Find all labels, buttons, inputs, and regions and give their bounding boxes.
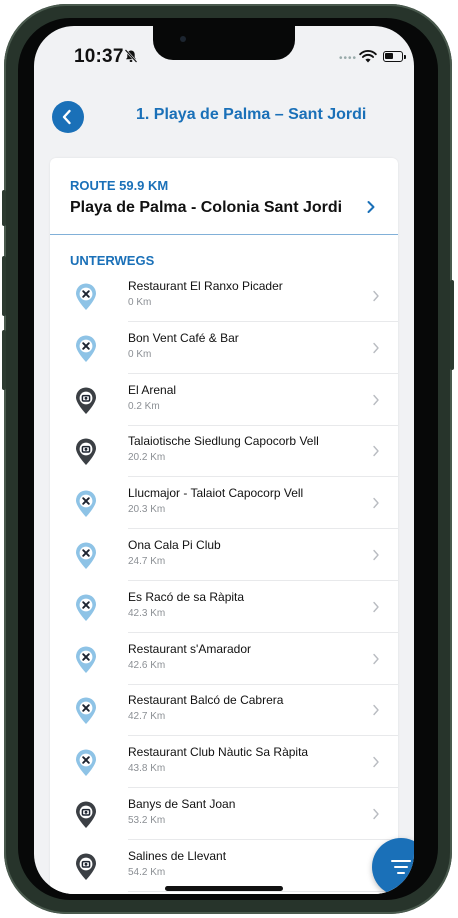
item-distance: 20.2 Km	[128, 452, 166, 464]
volume-down-button	[2, 330, 6, 390]
item-name: Es Racó de sa Ràpita	[128, 589, 245, 604]
item-name: Banys de Sant Joan	[128, 797, 236, 811]
restaurant-pin-icon	[76, 335, 96, 362]
chevron-right-icon	[367, 201, 375, 213]
item-name: El Arenal	[128, 382, 177, 397]
volume-up-button	[2, 256, 6, 316]
chevron-right-icon	[373, 394, 379, 405]
route-name: Playa de Palma - Colonia Sant Jordi	[70, 199, 343, 216]
item-name: Llucmajor - Talaiot Capocorp Vell	[128, 486, 304, 501]
notch	[153, 26, 295, 60]
chevron-right-icon	[373, 290, 379, 302]
item-distance: 0 Km	[128, 297, 152, 308]
header: 1. Playa de Palma – Sant Jordi	[34, 100, 414, 140]
chevron-right-icon	[373, 446, 379, 457]
back-button[interactable]	[52, 101, 84, 133]
list-item[interactable]: Salines de Llevant 54.2 Km	[50, 840, 398, 892]
chevron-right-icon	[373, 601, 379, 612]
power-button	[450, 280, 454, 370]
list-item[interactable]: Restaurant Club Nàutic Sa Ràpita 43.8 Km	[50, 736, 398, 789]
restaurant-pin-icon	[76, 594, 96, 621]
sight-pin-icon	[76, 853, 96, 880]
chevron-right-icon	[373, 756, 379, 768]
page-title: 1. Playa de Palma – Sant Jordi	[136, 106, 367, 123]
silent-bell-icon	[124, 49, 138, 63]
item-distance: 43.8 Km	[128, 763, 166, 775]
item-name: Salines de Llevant	[128, 848, 227, 863]
item-distance: 0 Km	[128, 348, 152, 360]
silent-switch	[2, 190, 6, 226]
list-item[interactable]: Restaurant El Ranxo Picader 0 Km	[50, 270, 398, 322]
list-item[interactable]: Es Racó de sa Ràpita 42.3 Km	[50, 581, 398, 633]
chevron-right-icon	[373, 653, 379, 664]
item-name: Talaiotische Siedlung Capocorb Vell	[128, 434, 319, 449]
item-distance: 42.6 Km	[128, 659, 166, 671]
chevron-left-icon	[62, 109, 71, 125]
restaurant-pin-icon	[76, 542, 96, 569]
item-distance: 20.3 Km	[128, 504, 166, 516]
wifi-icon	[359, 50, 377, 63]
status-time: 10:37	[74, 46, 124, 67]
restaurant-pin-icon	[76, 490, 96, 518]
item-name: Restaurant s'Amarador	[128, 641, 252, 656]
item-distance: 54.2 Km	[128, 866, 166, 878]
chevron-right-icon	[373, 342, 379, 353]
app-screen: 10:37 •••• 1. Playa de Palma – Sant Jord…	[34, 26, 414, 894]
route-divider	[50, 234, 398, 235]
list-item[interactable]: Banys de Sant Joan 53.2 Km	[50, 788, 398, 840]
restaurant-pin-icon	[76, 697, 96, 725]
sight-pin-icon	[76, 387, 96, 414]
list-item[interactable]: El Arenal 0.2 Km	[50, 374, 398, 426]
list-item[interactable]: Restaurant s'Amarador 42.6 Km	[50, 633, 398, 685]
item-distance: 42.3 Km	[128, 607, 166, 619]
sight-pin-icon	[76, 801, 96, 828]
signal-dots-icon: ••••	[339, 53, 358, 64]
item-distance: 0.2 Km	[128, 400, 160, 412]
chevron-right-icon	[373, 497, 379, 509]
item-name: Ona Cala Pi Club	[128, 538, 221, 552]
item-name: Restaurant El Ranxo Picader	[128, 279, 283, 293]
item-distance: 42.7 Km	[128, 711, 166, 723]
chevron-right-icon	[373, 705, 379, 716]
item-distance: 24.7 Km	[128, 556, 166, 567]
item-name: Restaurant Balcó de Cabrera	[128, 693, 284, 708]
restaurant-pin-icon	[76, 749, 96, 777]
home-indicator	[165, 886, 283, 891]
item-name: Bon Vent Café & Bar	[128, 330, 239, 345]
list-item[interactable]: Bon Vent Café & Bar 0 Km	[50, 322, 398, 374]
chevron-right-icon	[373, 808, 379, 820]
chevron-right-icon	[373, 549, 379, 561]
route-card: ROUTE 59.9 KM Playa de Palma - Colonia S…	[50, 158, 398, 894]
item-distance: 53.2 Km	[128, 815, 166, 826]
route-distance-label: ROUTE 59.9 KM	[70, 178, 169, 193]
battery-icon	[383, 51, 406, 62]
item-name: Restaurant Club Nàutic Sa Ràpita	[128, 745, 309, 760]
sight-pin-icon	[76, 438, 96, 466]
battery-tip	[404, 55, 406, 59]
list-item[interactable]: Llucmajor - Talaiot Capocorp Vell 20.3 Km	[50, 477, 398, 530]
route-summary[interactable]: ROUTE 59.9 KM Playa de Palma - Colonia S…	[50, 158, 398, 234]
front-camera	[180, 36, 186, 42]
filter-icon	[391, 860, 411, 874]
restaurant-pin-icon	[76, 283, 96, 310]
list-item[interactable]: Ona Cala Pi Club 24.7 Km	[50, 529, 398, 581]
battery-level	[385, 53, 393, 59]
section-title: UNTERWEGS	[70, 253, 155, 268]
restaurant-pin-icon	[76, 646, 96, 673]
list-item[interactable]: Talaiotische Siedlung Capocorb Vell 20.2 …	[50, 425, 398, 478]
list-item[interactable]: Restaurant Balcó de Cabrera 42.7 Km	[50, 684, 398, 737]
